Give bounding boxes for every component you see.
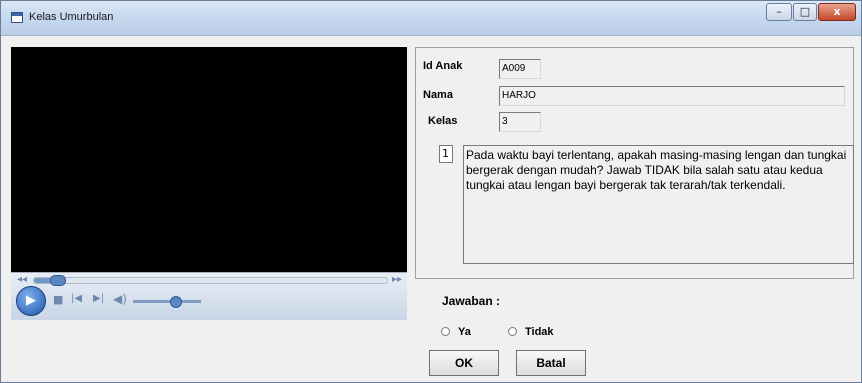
window-title: Kelas Umurbulan <box>29 11 114 23</box>
stop-icon[interactable]: ■ <box>53 293 63 306</box>
radio-ya-circle[interactable] <box>441 327 450 336</box>
close-button[interactable]: x <box>818 3 856 21</box>
batal-button[interactable]: Batal <box>516 350 586 376</box>
kelas-field[interactable]: 3 <box>499 112 541 132</box>
radio-tidak-label: Tidak <box>525 326 554 338</box>
media-player-controls: ◂◂ ▸▸ ▶ ■ |◀ ▶| ◀) <box>11 272 407 320</box>
question-number: 1 <box>439 145 453 163</box>
app-icon <box>11 12 23 23</box>
app-window: Kelas Umurbulan – □ x ◂◂ ▸▸ ▶ ■ |◀ ▶| ◀)… <box>0 0 862 383</box>
seek-thumb[interactable] <box>49 275 66 286</box>
radio-ya-label: Ya <box>458 326 471 338</box>
next-icon[interactable]: ▶| <box>93 293 104 304</box>
play-button[interactable]: ▶ <box>16 286 46 316</box>
nama-field[interactable]: HARJO <box>499 86 845 106</box>
fast-forward-icon[interactable]: ▸▸ <box>392 274 402 285</box>
jawaban-label: Jawaban : <box>442 294 501 308</box>
seek-progress <box>34 278 52 283</box>
maximize-button[interactable]: □ <box>793 3 817 21</box>
radio-tidak[interactable]: Tidak <box>508 326 554 338</box>
rewind-icon[interactable]: ◂◂ <box>17 274 27 285</box>
volume-slider[interactable] <box>133 300 201 303</box>
minimize-button[interactable]: – <box>766 3 792 21</box>
previous-icon[interactable]: |◀ <box>71 293 82 304</box>
ok-button[interactable]: OK <box>429 350 499 376</box>
seek-bar[interactable] <box>33 275 388 286</box>
radio-ya[interactable]: Ya <box>441 326 471 338</box>
volume-icon[interactable]: ◀) <box>113 292 127 306</box>
id-anak-label: Id Anak <box>423 60 463 72</box>
question-text: Pada waktu bayi terlentang, apakah masin… <box>463 145 854 264</box>
kelas-label: Kelas <box>428 115 458 127</box>
video-area[interactable] <box>11 47 407 273</box>
volume-thumb[interactable] <box>170 296 183 308</box>
nama-label: Nama <box>423 89 453 101</box>
radio-tidak-circle[interactable] <box>508 327 517 336</box>
id-anak-field[interactable]: A009 <box>499 59 541 79</box>
play-icon: ▶ <box>26 293 36 308</box>
title-bar: Kelas Umurbulan – □ x <box>1 1 861 36</box>
